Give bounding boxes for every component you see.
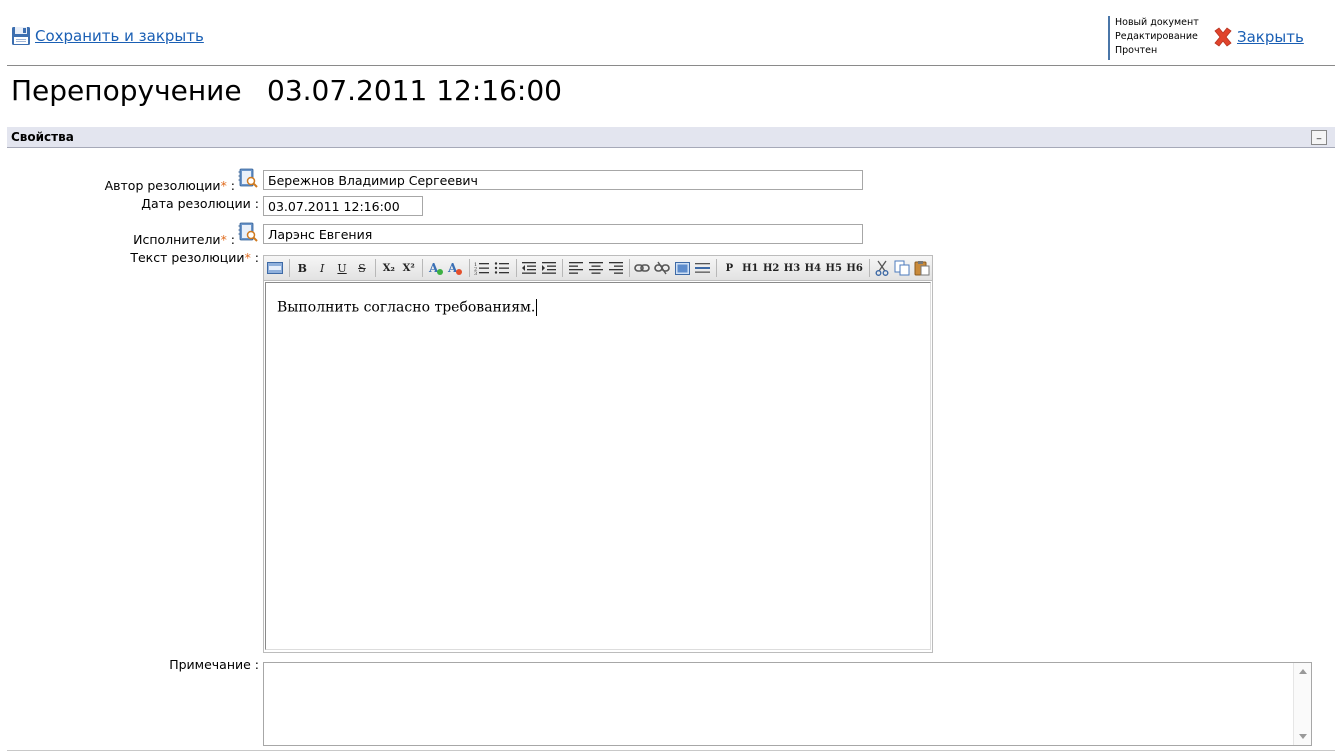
close-x-icon bbox=[1214, 27, 1232, 47]
bold-button[interactable]: B bbox=[293, 259, 312, 278]
collapse-icon: _ bbox=[1316, 130, 1322, 140]
insert-link-icon[interactable] bbox=[633, 259, 652, 278]
author-label: Автор резолюции bbox=[104, 178, 221, 193]
page-title: Перепоручение 03.07.2011 12:16:00 bbox=[11, 74, 562, 107]
date-field[interactable]: 03.07.2011 12:16:00 bbox=[263, 196, 423, 216]
remove-link-icon[interactable] bbox=[653, 259, 672, 278]
toolbar-separator bbox=[868, 259, 870, 277]
save-and-close-button[interactable]: Сохранить и закрыть bbox=[11, 26, 204, 46]
toolbar-separator bbox=[515, 259, 517, 277]
status-line-editing: Редактирование bbox=[1115, 31, 1198, 42]
copy-icon[interactable] bbox=[892, 259, 911, 278]
properties-section-header: Свойства _ bbox=[7, 127, 1335, 148]
italic-button[interactable]: I bbox=[313, 259, 332, 278]
address-book-icon[interactable] bbox=[238, 222, 258, 242]
author-label-group: Автор резолюции* : bbox=[105, 178, 235, 193]
executors-field[interactable]: Ларэнс Евгения bbox=[263, 224, 863, 244]
author-field[interactable]: Бережнов Владимир Сергеевич bbox=[263, 170, 863, 190]
date-label: Дата резолюции : bbox=[141, 196, 259, 211]
header-divider bbox=[7, 65, 1335, 66]
document-datetime: 03.07.2011 12:16:00 bbox=[267, 74, 562, 107]
toolbar-separator bbox=[715, 259, 717, 277]
heading1-button[interactable]: H1 bbox=[740, 259, 760, 278]
resolution-text-value: Выполнить согласно требованиям. bbox=[277, 299, 536, 316]
ordered-list-icon[interactable]: 123 bbox=[473, 259, 492, 278]
note-textarea[interactable] bbox=[263, 662, 1312, 746]
close-label[interactable]: Закрыть bbox=[1237, 28, 1304, 46]
heading6-button[interactable]: H6 bbox=[845, 259, 865, 278]
text-caret bbox=[536, 299, 538, 316]
toolbar-separator bbox=[468, 259, 470, 277]
toolbar-separator bbox=[375, 259, 377, 277]
status-line-new: Новый документ bbox=[1115, 17, 1199, 28]
executors-label: Исполнители bbox=[133, 232, 221, 247]
toolbar-separator bbox=[422, 259, 424, 277]
rich-text-editor: B I U S X₂ X² A A 123 P H1 H2 H3 H4 H5 H… bbox=[263, 255, 933, 653]
toolbar-separator bbox=[288, 259, 290, 277]
save-and-close-label[interactable]: Сохранить и закрыть bbox=[35, 27, 204, 45]
address-book-icon[interactable] bbox=[238, 168, 258, 188]
resolution-text-label: Текст резолюции bbox=[130, 250, 245, 265]
horizontal-rule-icon[interactable] bbox=[693, 259, 712, 278]
properties-section-label: Свойства bbox=[11, 130, 74, 144]
resolution-text-content[interactable]: Выполнить согласно требованиям. bbox=[277, 299, 538, 316]
background-color-icon[interactable]: A bbox=[446, 259, 465, 278]
paragraph-button[interactable]: P bbox=[720, 259, 740, 278]
scroll-up-arrow-icon[interactable] bbox=[1299, 669, 1307, 674]
status-line-read: Прочтен bbox=[1115, 45, 1158, 56]
executors-label-colon: : bbox=[226, 232, 235, 247]
document-type-title: Перепоручение bbox=[11, 74, 242, 107]
heading4-button[interactable]: H4 bbox=[803, 259, 823, 278]
toolbar-separator bbox=[562, 259, 564, 277]
align-left-icon[interactable] bbox=[566, 259, 585, 278]
superscript-button[interactable]: X² bbox=[399, 259, 418, 278]
heading5-button[interactable]: H5 bbox=[824, 259, 844, 278]
source-mode-icon[interactable] bbox=[266, 259, 285, 278]
toolbar-separator bbox=[629, 259, 630, 277]
footer-divider bbox=[7, 750, 1335, 751]
indent-icon[interactable] bbox=[540, 259, 559, 278]
collapse-section-button[interactable]: _ bbox=[1311, 130, 1327, 145]
heading3-button[interactable]: H3 bbox=[782, 259, 802, 278]
executors-label-group: Исполнители* : bbox=[133, 232, 235, 247]
editor-content-area[interactable]: Выполнить согласно требованиям. bbox=[265, 282, 931, 650]
floppy-disk-icon bbox=[12, 27, 30, 45]
close-button[interactable]: Закрыть bbox=[1212, 26, 1304, 48]
align-right-icon[interactable] bbox=[606, 259, 625, 278]
note-scrollbar[interactable] bbox=[1293, 663, 1311, 745]
strikethrough-button[interactable]: S bbox=[353, 259, 372, 278]
heading2-button[interactable]: H2 bbox=[761, 259, 781, 278]
outdent-icon[interactable] bbox=[520, 259, 539, 278]
svg-text:3: 3 bbox=[474, 271, 477, 275]
cut-icon[interactable] bbox=[873, 259, 892, 278]
text-color-icon[interactable]: A bbox=[426, 259, 445, 278]
resolution-text-label-group: Текст резолюции* : bbox=[130, 250, 259, 265]
align-center-icon[interactable] bbox=[586, 259, 605, 278]
resolution-text-label-colon: : bbox=[250, 250, 259, 265]
insert-image-icon[interactable] bbox=[673, 259, 692, 278]
subscript-button[interactable]: X₂ bbox=[379, 259, 398, 278]
document-status-panel: Новый документ Редактирование Прочтен bbox=[1108, 16, 1199, 60]
paste-icon[interactable] bbox=[912, 259, 931, 278]
note-label: Примечание : bbox=[169, 657, 259, 672]
editor-toolbar: B I U S X₂ X² A A 123 P H1 H2 H3 H4 H5 H… bbox=[264, 256, 932, 281]
scroll-down-arrow-icon[interactable] bbox=[1299, 734, 1307, 739]
underline-button[interactable]: U bbox=[333, 259, 352, 278]
author-label-colon: : bbox=[226, 178, 235, 193]
unordered-list-icon[interactable] bbox=[493, 259, 512, 278]
top-bar: Сохранить и закрыть Новый документ Редак… bbox=[0, 0, 1336, 64]
